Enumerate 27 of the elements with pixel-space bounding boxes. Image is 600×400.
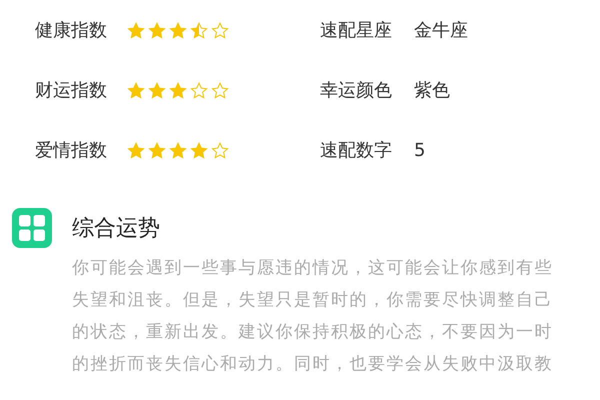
info-label: 速配数字: [320, 138, 393, 162]
star-icon: [169, 82, 187, 98]
star-icon: [127, 82, 145, 98]
fortune-paragraph: 你可能会遇到一些事与愿违的情况，这可能会让你感到有些失望和沮丧。但是，失望只是暂时的，你需要尽快调整自己的状态，重新出发。建议你保持积极的心态，不要因为一时的挫折而丧失信心和动力。同时，也要学会从失败中汲取教: [72, 257, 554, 376]
index-label: 财运指数: [35, 78, 108, 102]
star-icon: [190, 142, 208, 158]
info-value: 金牛座: [414, 18, 468, 42]
half-star-icon: [190, 22, 208, 38]
star-icon: [148, 82, 166, 98]
info-value: 紫色: [414, 78, 450, 102]
info-value: 5: [414, 138, 426, 162]
empty-star-icon: [211, 142, 229, 158]
info-label: 幸运颜色: [320, 78, 393, 102]
star-icon: [148, 22, 166, 38]
empty-star-icon: [211, 82, 229, 98]
index-label: 健康指数: [35, 18, 108, 42]
star-icon: [169, 142, 187, 158]
info-label: 速配星座: [320, 18, 393, 42]
star-icon: [127, 142, 145, 158]
index-label: 爱情指数: [35, 138, 108, 162]
empty-star-icon: [211, 22, 229, 38]
star-icon: [148, 142, 166, 158]
grid-icon: [12, 208, 52, 248]
star-icon: [169, 22, 187, 38]
section-title: 综合运势: [72, 214, 160, 242]
empty-star-icon: [190, 82, 208, 98]
star-icon: [127, 22, 145, 38]
